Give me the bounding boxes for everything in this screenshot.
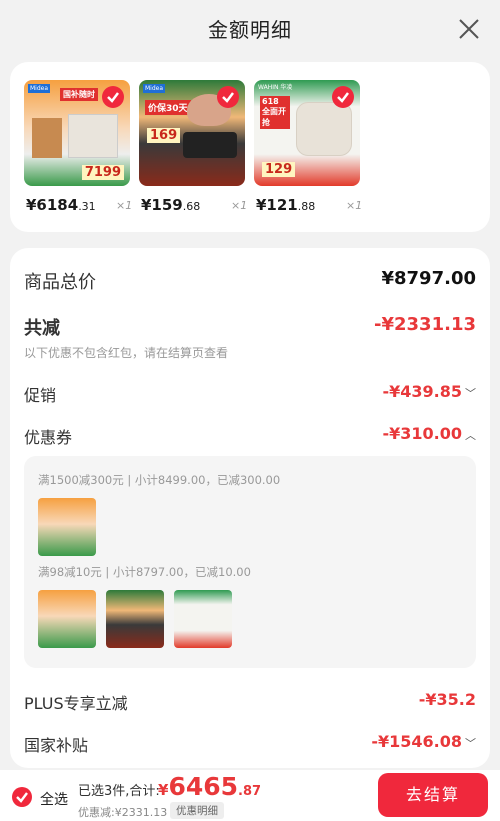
checkout-bar: 全选 已选3件,合计: ¥6465.87 优惠减:¥2331.13 优惠明细 去…	[0, 770, 500, 821]
brand-logo: Midea	[28, 84, 51, 93]
coupon-label: 优惠券	[24, 428, 73, 447]
product-price: ¥159.68	[141, 196, 201, 214]
discount-row: 共减 -¥2331.13	[24, 314, 476, 340]
product-image: Midea 价保30天 169	[139, 80, 245, 186]
product-image: WAHIN 华凌 618 全面开抢 129	[254, 80, 360, 186]
product-qty: ×1	[346, 199, 363, 212]
promo-label: 促销	[24, 386, 57, 405]
price-tag: 7199	[81, 165, 124, 180]
subsidy-label: 国家补贴	[24, 736, 89, 755]
product-item[interactable]: Midea 国补随时 7199 ¥6184.31 ×1	[24, 80, 132, 214]
discount-summary: 优惠减:¥2331.13	[78, 806, 168, 819]
promo-row[interactable]: 促销 -¥439.85 ﹀	[24, 382, 476, 406]
discount-note: 以下优惠不包含红包，请在结算页查看	[24, 346, 229, 360]
total-price-value: ¥8797.00	[381, 268, 476, 289]
selected-summary: 已选3件,合计:	[78, 784, 160, 799]
promo-badge: 价保30天	[145, 100, 191, 115]
coupon-product-thumb	[174, 590, 232, 648]
brand-logo: Midea	[143, 84, 166, 93]
promo-badge: 国补随时	[60, 88, 98, 101]
selected-check-icon[interactable]	[102, 86, 124, 108]
product-qty: ×1	[116, 199, 133, 212]
product-price: ¥6184.31	[26, 196, 96, 214]
coupon-value: -¥310.00	[382, 424, 462, 443]
total-price-label: 商品总价	[24, 272, 96, 293]
total-price-row: 商品总价 ¥8797.00	[24, 268, 476, 294]
price-tag: 169	[147, 128, 181, 143]
promo-value: -¥439.85	[382, 382, 462, 401]
product-image: Midea 国补随时 7199	[24, 80, 130, 186]
plus-value: -¥35.2	[418, 690, 476, 709]
amount-detail-card: 商品总价 ¥8797.00 共减 -¥2331.13 以下优惠不包含红包，请在结…	[10, 248, 490, 768]
coupon-rule-2: 满98减10元 | 小计8797.00，已减10.00	[38, 565, 251, 579]
discount-value: -¥2331.13	[374, 314, 476, 335]
coupon-product-thumb	[38, 498, 96, 556]
price-tag: 129	[262, 162, 296, 177]
subsidy-row[interactable]: 国家补贴 -¥1546.08 ﹀	[24, 732, 476, 756]
plus-discount-row: PLUS专享立减 -¥35.2	[24, 690, 476, 714]
page-title: 金额明细	[208, 18, 292, 42]
discount-detail-tag[interactable]: 优惠明细	[170, 802, 224, 819]
chevron-down-icon[interactable]: ﹀	[465, 385, 476, 401]
discount-label: 共减	[24, 318, 60, 339]
subsidy-value: -¥1546.08	[371, 732, 462, 751]
coupon-product-thumb	[106, 590, 164, 648]
product-photo	[296, 102, 352, 156]
plus-label: PLUS专享立减	[24, 694, 128, 713]
modal-header: 金额明细	[0, 0, 500, 60]
close-icon[interactable]	[456, 16, 482, 42]
selected-check-icon[interactable]	[332, 86, 354, 108]
product-item[interactable]: WAHIN 华凌 618 全面开抢 129 ¥121.88 ×1	[254, 80, 362, 214]
checkout-button[interactable]: 去结算	[378, 773, 488, 817]
product-qty: ×1	[231, 199, 248, 212]
coupon-product-thumb	[38, 590, 96, 648]
coupon-row[interactable]: 优惠券 -¥310.00 ︿	[24, 424, 476, 448]
product-item[interactable]: Midea 价保30天 169 ¥159.68 ×1	[139, 80, 247, 214]
coupon-detail-panel: 满1500减300元 | 小计8499.00，已减300.00 满98减10元 …	[24, 456, 476, 668]
coupon-rule-1: 满1500减300元 | 小计8499.00，已减300.00	[38, 473, 281, 487]
brand-logo: WAHIN 华凌	[258, 84, 293, 91]
product-list: Midea 国补随时 7199 ¥6184.31 ×1 Midea 价保30天 …	[10, 62, 490, 232]
product-photo	[32, 118, 62, 158]
chevron-up-icon[interactable]: ︿	[465, 427, 476, 443]
select-all-label[interactable]: 全选	[40, 789, 68, 809]
chevron-down-icon[interactable]: ﹀	[465, 735, 476, 751]
product-price: ¥121.88	[256, 196, 316, 214]
checkout-total: ¥6465.87	[158, 772, 262, 801]
promo-badge: 618 全面开抢	[260, 96, 290, 129]
selected-check-icon[interactable]	[217, 86, 239, 108]
select-all-checkbox[interactable]	[12, 787, 32, 807]
